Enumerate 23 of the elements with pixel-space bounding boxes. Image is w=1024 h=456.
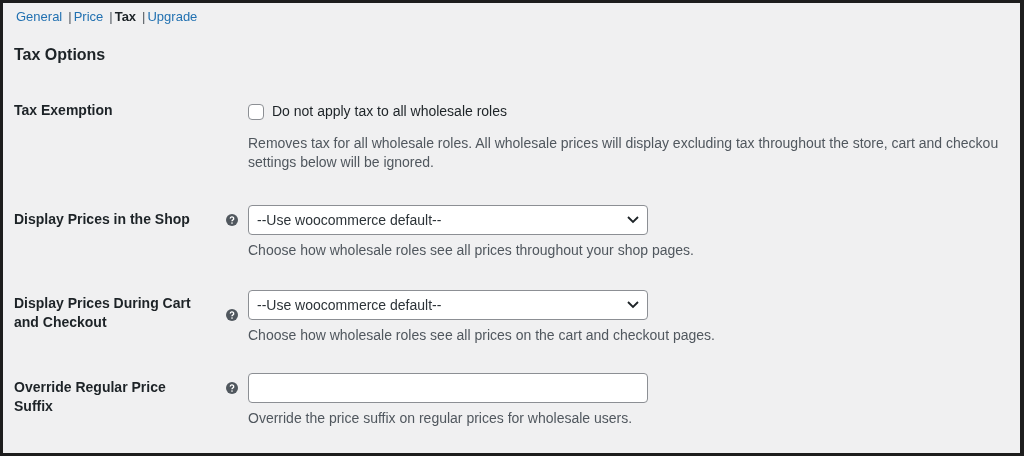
setting-label: Display Prices in the Shop — [14, 210, 191, 230]
tab-separator: | — [142, 8, 146, 26]
select-dropdown[interactable]: --Use woocommerce default-- — [248, 290, 648, 321]
tab-separator: | — [68, 8, 72, 26]
setting-label: Tax Exemption — [14, 101, 114, 121]
description-text: Override the price suffix on regular prices for wholesale users. — [248, 409, 634, 429]
chevron-down-icon — [627, 301, 639, 310]
tab-link[interactable]: General — [16, 7, 63, 27]
checkbox-label: Do not apply tax to all wholesale roles — [272, 102, 508, 122]
setting-label: Display Prices During Cart and Checkout — [14, 294, 192, 333]
description-text: Choose how wholesale roles see all prices throughout your shop pages. — [248, 241, 694, 261]
setting-label: Override Regular Price Suffix — [14, 378, 167, 417]
tab-link[interactable]: Tax — [114, 7, 137, 27]
tab-separator: | — [109, 8, 113, 26]
checkbox[interactable] — [248, 103, 264, 120]
tab-link[interactable]: Price — [73, 7, 104, 27]
tab-link[interactable]: Upgrade — [147, 7, 198, 27]
select-dropdown[interactable]: --Use woocommerce default-- — [248, 205, 648, 236]
description-text: Choose how wholesale roles see all prices on the cart and checkout pages. — [248, 326, 715, 346]
section-title: Tax Options — [14, 44, 107, 65]
description-text: Removes tax for all wholesale roles. All wholesale prices will display excluding tax throughout the store, cart and checkou settings below will be ignored. — [248, 134, 999, 173]
text-field[interactable] — [248, 373, 648, 404]
chevron-down-icon — [627, 216, 639, 225]
